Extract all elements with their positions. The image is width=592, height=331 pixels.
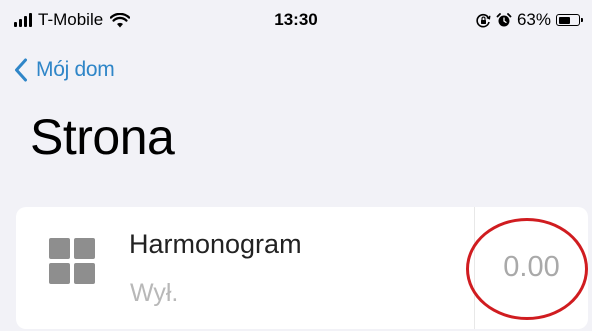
orientation-lock-icon bbox=[476, 13, 491, 27]
status-bar: T-Mobile 13:30 63% bbox=[0, 0, 592, 44]
device-name: Harmonogram bbox=[129, 229, 302, 259]
device-status: Wył. bbox=[130, 279, 179, 307]
battery-level-fill bbox=[558, 16, 571, 24]
grid-icon bbox=[49, 238, 95, 284]
device-card[interactable]: Harmonogram Wył. 0.00 bbox=[16, 207, 588, 329]
battery-cap bbox=[581, 18, 583, 22]
back-button[interactable]: Mój dom bbox=[14, 58, 115, 82]
battery-icon bbox=[556, 14, 583, 26]
battery-percentage: 63% bbox=[516, 10, 551, 29]
alarm-icon bbox=[496, 13, 512, 27]
page-title: Strona bbox=[30, 109, 175, 165]
device-value[interactable]: 0.00 bbox=[475, 251, 588, 284]
chevron-left-icon bbox=[15, 58, 27, 82]
back-button-label: Mój dom bbox=[36, 58, 115, 81]
status-bar-right: 63% bbox=[476, 10, 583, 30]
